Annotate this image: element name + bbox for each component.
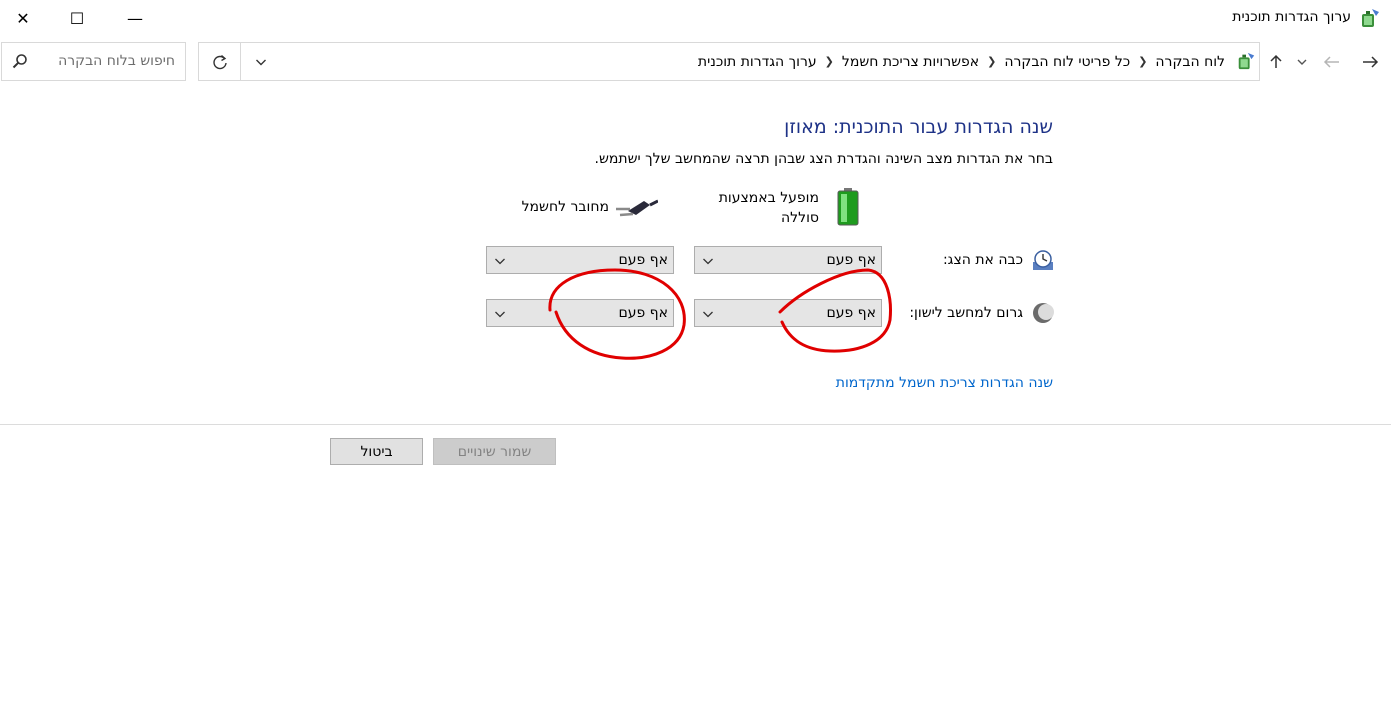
moon-icon <box>1033 303 1054 323</box>
page-description: בחר את הגדרות מצב השינה והגדרת הצג שבהן … <box>594 151 1053 167</box>
back-button[interactable] <box>1319 48 1345 76</box>
address-dropdown-button[interactable] <box>247 43 275 80</box>
save-changes-button[interactable]: שמור שינויים <box>433 438 556 465</box>
refresh-button[interactable] <box>199 43 241 80</box>
minimize-icon: — <box>127 8 143 28</box>
up-button[interactable] <box>1263 48 1289 76</box>
address-bar[interactable]: לוח הבקרה ❯ כל פריטי לוח הבקרה ❯ אפשרויו… <box>198 42 1260 81</box>
turn-off-display-label: כבה את הצג: <box>942 252 1023 268</box>
chevron-down-icon <box>703 311 713 318</box>
display-on-battery-value: אף פעם <box>826 252 876 268</box>
chevron-down-icon <box>256 59 266 65</box>
breadcrumb-separator-icon[interactable]: ❯ <box>983 55 1000 68</box>
breadcrumb-item-control-panel[interactable]: לוח הבקרה <box>1151 54 1229 70</box>
display-clock-icon <box>1033 250 1053 270</box>
arrow-right-icon <box>1363 56 1379 68</box>
on-battery-label: מופעל באמצעות סוללה <box>718 190 819 226</box>
title-bar: ✕ ☐ — ערוך הגדרות תוכנית <box>0 0 1391 36</box>
red-circle-annotations <box>548 268 892 360</box>
close-button[interactable]: ✕ <box>0 0 46 36</box>
plugged-in-label: מחובר לחשמל <box>521 199 609 215</box>
display-plugged-in-value: אף פעם <box>618 252 668 268</box>
power-options-icon <box>1238 52 1255 70</box>
maximize-icon: ☐ <box>69 8 85 28</box>
search-input[interactable] <box>25 53 175 69</box>
breadcrumb: לוח הבקרה ❯ כל פריטי לוח הבקרה ❯ אפשרויו… <box>694 43 1229 80</box>
display-on-battery-select[interactable]: אף פעם <box>694 246 882 274</box>
breadcrumb-item-edit-plan[interactable]: ערוך הגדרות תוכנית <box>694 54 821 70</box>
forward-button[interactable] <box>1357 48 1383 76</box>
maximize-button[interactable]: ☐ <box>54 0 100 36</box>
sleep-plugged-in-select[interactable]: אף פעם <box>486 299 674 327</box>
arrow-up-icon <box>1270 54 1282 68</box>
chevron-down-icon <box>495 258 505 265</box>
sleep-label: גרום למחשב לישון: <box>909 305 1023 321</box>
breadcrumb-item-all-items[interactable]: כל פריטי לוח הבקרה <box>1000 54 1134 70</box>
breadcrumb-item-power-options[interactable]: אפשרויות צריכת חשמל <box>838 54 983 70</box>
cancel-button[interactable]: ביטול <box>330 438 423 465</box>
minimize-button[interactable]: — <box>112 0 158 36</box>
search-box[interactable] <box>1 42 186 81</box>
power-plug-icon <box>616 199 658 217</box>
power-options-icon <box>1362 9 1379 27</box>
chevron-down-icon <box>1297 59 1307 65</box>
arrow-left-icon <box>1323 56 1339 68</box>
battery-icon <box>837 188 859 226</box>
breadcrumb-separator-icon[interactable]: ❯ <box>1134 55 1151 68</box>
advanced-power-settings-link[interactable]: שנה הגדרות צריכת חשמל מתקדמות <box>836 375 1053 391</box>
chevron-down-icon <box>495 311 505 318</box>
window-title: ערוך הגדרות תוכנית <box>1232 9 1351 25</box>
refresh-icon <box>212 54 227 69</box>
sleep-on-battery-value: אף פעם <box>826 305 876 321</box>
close-icon: ✕ <box>16 8 30 28</box>
page-title: שנה הגדרות עבור התוכנית: מאוזן <box>784 116 1053 138</box>
recent-locations-button[interactable] <box>1289 48 1315 76</box>
divider <box>0 424 1391 425</box>
breadcrumb-separator-icon[interactable]: ❯ <box>821 55 838 68</box>
sleep-on-battery-select[interactable]: אף פעם <box>694 299 882 327</box>
sleep-plugged-in-value: אף פעם <box>618 305 668 321</box>
chevron-down-icon <box>703 258 713 265</box>
display-plugged-in-select[interactable]: אף פעם <box>486 246 674 274</box>
